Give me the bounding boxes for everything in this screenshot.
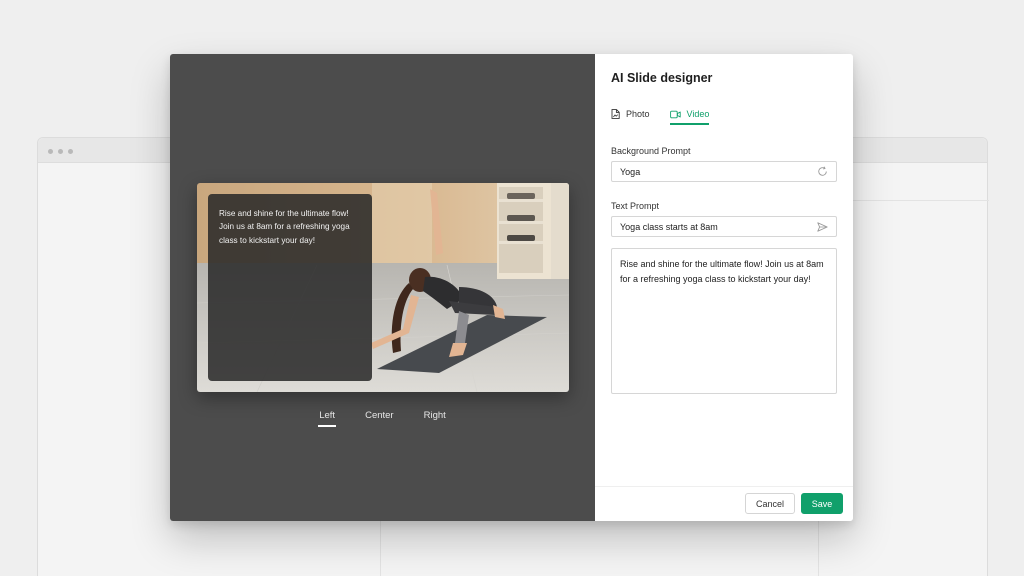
- tab-video-label: Video: [686, 109, 710, 119]
- align-tab-left[interactable]: Left: [310, 410, 344, 427]
- send-icon[interactable]: [816, 221, 828, 233]
- slide-overlay-text: Rise and shine for the ultimate flow! Jo…: [219, 209, 350, 245]
- align-tab-right[interactable]: Right: [415, 410, 455, 427]
- tab-photo-label: Photo: [626, 109, 650, 119]
- cancel-button[interactable]: Cancel: [745, 493, 795, 514]
- designer-settings-panel: AI Slide designer Photo Video Background…: [595, 54, 853, 521]
- save-button[interactable]: Save: [801, 493, 843, 514]
- text-prompt-input[interactable]: Yoga class starts at 8am: [611, 216, 837, 237]
- generated-text: Rise and shine for the ultimate flow! Jo…: [620, 259, 824, 284]
- slide-preview-pane: Rise and shine for the ultimate flow! Jo…: [170, 54, 595, 521]
- tab-video[interactable]: Video: [669, 109, 710, 125]
- video-camera-icon: [669, 110, 681, 119]
- media-mode-tabs: Photo Video: [611, 109, 709, 125]
- slide-preview: Rise and shine for the ultimate flow! Jo…: [197, 183, 569, 392]
- window-dot-icon: [48, 149, 53, 154]
- background-prompt-value: Yoga: [620, 166, 641, 177]
- tab-photo[interactable]: Photo: [611, 109, 650, 125]
- dialog-title: AI Slide designer: [611, 71, 713, 85]
- window-dot-icon: [68, 149, 73, 154]
- generated-text-area[interactable]: Rise and shine for the ultimate flow! Jo…: [611, 248, 837, 394]
- background-prompt-label: Background Prompt: [611, 146, 691, 156]
- text-prompt-label: Text Prompt: [611, 201, 660, 211]
- ai-slide-designer-dialog: Rise and shine for the ultimate flow! Jo…: [170, 54, 853, 521]
- background-prompt-input[interactable]: Yoga: [611, 161, 837, 182]
- file-image-icon: [611, 109, 620, 119]
- slide-text-overlay: Rise and shine for the ultimate flow! Jo…: [208, 194, 372, 381]
- text-alignment-tabs: Left Center Right: [170, 410, 595, 427]
- align-tab-center[interactable]: Center: [356, 410, 403, 427]
- dialog-footer: Cancel Save: [595, 486, 853, 521]
- window-dot-icon: [58, 149, 63, 154]
- text-prompt-value: Yoga class starts at 8am: [620, 221, 718, 232]
- refresh-icon[interactable]: [816, 166, 828, 178]
